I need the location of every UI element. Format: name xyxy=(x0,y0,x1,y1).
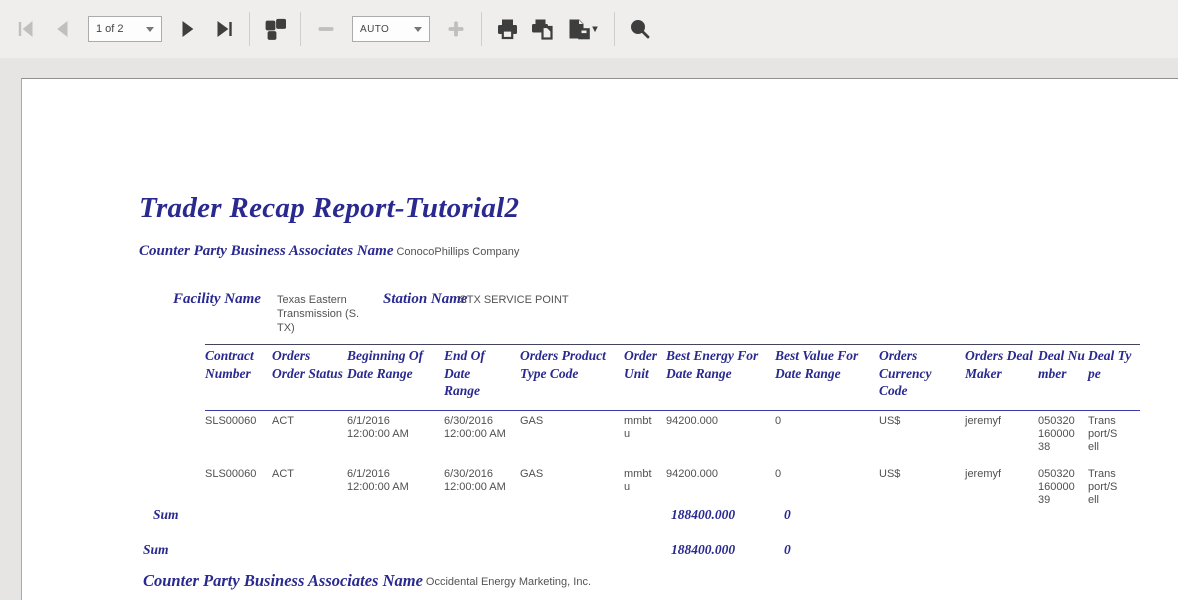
table-cell: ACT xyxy=(272,468,347,521)
table-header-rule xyxy=(205,410,1140,411)
table-cell: jeremyf xyxy=(965,468,1038,521)
column-header: Contract Number xyxy=(205,347,272,400)
table-cell: ACT xyxy=(272,415,347,468)
report-sum-best-value: 0 xyxy=(784,542,791,558)
zoom-out-icon xyxy=(316,19,336,39)
column-header: Deal Type xyxy=(1088,347,1136,400)
report-viewer-window: 1 of 2 A xyxy=(0,0,1178,600)
print-layout-button[interactable] xyxy=(528,11,558,47)
table-cell: 6/1/2016 12:00:00 AM xyxy=(347,468,444,521)
table-cell: GAS xyxy=(520,415,624,468)
table-cell: 6/30/2016 12:00:00 AM xyxy=(444,468,520,521)
report-sum-best-energy: 188400.000 xyxy=(671,542,735,558)
table-cell: GAS xyxy=(520,468,624,521)
station-name-value: STX SERVICE POINT xyxy=(454,294,574,308)
page-number-value: 1 of 2 xyxy=(96,23,124,35)
zoom-out-button[interactable] xyxy=(311,11,341,47)
table-top-rule xyxy=(205,344,1140,345)
column-header: Orders Product Type Code xyxy=(520,347,624,400)
table-cell: 94200.000 xyxy=(666,415,775,468)
counter-party-label: Counter Party Business Associates Name xyxy=(143,571,423,591)
first-page-button[interactable] xyxy=(11,11,41,47)
report-sum-label: Sum xyxy=(143,542,169,558)
column-header: Orders Order Status xyxy=(272,347,347,400)
table-cell: US$ xyxy=(879,415,965,468)
search-button[interactable] xyxy=(625,11,655,47)
report-toolbar: 1 of 2 A xyxy=(0,0,1178,58)
group-sum-best-energy: 188400.000 xyxy=(671,507,735,523)
column-header: Orders Deal Maker xyxy=(965,347,1038,400)
last-page-button[interactable] xyxy=(209,11,239,47)
export-icon xyxy=(567,18,601,41)
facility-name-label: Facility Name xyxy=(173,291,261,308)
column-header: Best Energy For Date Range xyxy=(666,347,775,400)
report-title: Trader Recap Report-Tutorial2 xyxy=(139,192,519,225)
group-sum-best-value: 0 xyxy=(784,507,791,523)
facility-name-value: Texas Eastern Transmission (S. TX) xyxy=(277,294,363,335)
zoom-in-icon xyxy=(446,19,466,39)
table-header-row: Contract NumberOrders Order StatusBeginn… xyxy=(205,347,1136,400)
counter-party-row-2: Counter Party Business Associates Name O… xyxy=(143,571,591,591)
table-cell: 05032016000038 xyxy=(1038,415,1088,468)
column-header: Orders Currency Code xyxy=(879,347,965,400)
export-button[interactable] xyxy=(564,11,604,47)
report-viewport[interactable]: Trader Recap Report-Tutorial2 Counter Pa… xyxy=(0,58,1178,600)
multi-page-view-button[interactable] xyxy=(260,11,290,47)
chevron-down-icon xyxy=(414,27,422,32)
first-page-icon xyxy=(16,19,36,39)
print-layout-icon xyxy=(531,18,555,41)
next-page-button[interactable] xyxy=(173,11,203,47)
table-cell: SLS00060 xyxy=(205,468,272,521)
chevron-down-icon xyxy=(146,27,154,32)
table-cell: SLS00060 xyxy=(205,415,272,468)
zoom-in-button[interactable] xyxy=(441,11,471,47)
next-page-icon xyxy=(178,19,198,39)
toolbar-separator xyxy=(614,12,615,46)
table-cell: 6/30/2016 12:00:00 AM xyxy=(444,415,520,468)
table-cell: mmbtu xyxy=(624,468,666,521)
column-header: Deal Number xyxy=(1038,347,1088,400)
table-cell: US$ xyxy=(879,468,965,521)
print-button[interactable] xyxy=(492,11,522,47)
toolbar-separator xyxy=(300,12,301,46)
table-body: SLS00060ACT6/1/2016 12:00:00 AM6/30/2016… xyxy=(205,415,1136,521)
counter-party-value: ConocoPhillips Company xyxy=(396,243,519,258)
table-row: SLS00060ACT6/1/2016 12:00:00 AM6/30/2016… xyxy=(205,415,1136,468)
column-header: End Of Date Range xyxy=(444,347,520,400)
column-header: Order Unit xyxy=(624,347,666,400)
table-cell: 6/1/2016 12:00:00 AM xyxy=(347,415,444,468)
table-cell: Transport/Sell xyxy=(1088,468,1136,521)
page-number-select[interactable]: 1 of 2 xyxy=(88,16,162,42)
report-page: Trader Recap Report-Tutorial2 Counter Pa… xyxy=(21,78,1178,600)
print-icon xyxy=(496,18,519,41)
previous-page-icon xyxy=(52,19,72,39)
group-sum-label: Sum xyxy=(153,507,179,523)
toolbar-separator xyxy=(249,12,250,46)
counter-party-value: Occidental Energy Marketing, Inc. xyxy=(426,571,591,588)
multi-page-view-icon xyxy=(264,18,286,40)
search-icon xyxy=(629,18,651,40)
zoom-level-value: AUTO xyxy=(360,24,389,35)
toolbar-separator xyxy=(481,12,482,46)
table-cell: jeremyf xyxy=(965,415,1038,468)
column-header: Beginning Of Date Range xyxy=(347,347,444,400)
table-cell: 05032016000039 xyxy=(1038,468,1088,521)
zoom-level-select[interactable]: AUTO xyxy=(352,16,430,42)
table-cell: 0 xyxy=(775,415,879,468)
counter-party-label: Counter Party Business Associates Name xyxy=(139,243,393,260)
counter-party-row-1: Counter Party Business Associates Name C… xyxy=(139,243,519,260)
table-cell: mmbtu xyxy=(624,415,666,468)
last-page-icon xyxy=(214,19,234,39)
previous-page-button[interactable] xyxy=(47,11,77,47)
table-cell: Transport/Sell xyxy=(1088,415,1136,468)
column-header: Best Value For Date Range xyxy=(775,347,879,400)
